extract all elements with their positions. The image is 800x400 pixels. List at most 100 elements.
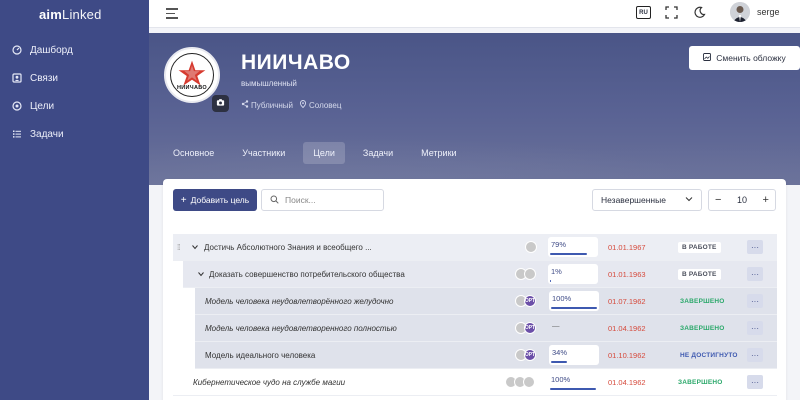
status-filter-select[interactable]: Незавершенные <box>592 189 702 211</box>
goal-assignees: ОРТ <box>515 349 536 361</box>
goal-progress: 100% <box>549 291 599 311</box>
logo-text-linked: Linked <box>62 6 102 22</box>
organization-emblem: НИИЧАВО <box>164 47 220 103</box>
page-size-stepper: − 10 + <box>708 189 776 211</box>
tasks-icon <box>12 129 22 139</box>
tab-goals[interactable]: Цели <box>303 142 345 164</box>
avatar <box>524 268 536 280</box>
sidebar-item-label: Задачи <box>30 128 64 140</box>
goal-row[interactable]: Модель идеального человека ОРТ 34% 01.10… <box>195 342 777 369</box>
top-bar: RU serge <box>149 0 800 28</box>
goal-progress: 100% <box>548 372 598 392</box>
goal-name[interactable]: Модель человека неудовлетворённого желуд… <box>205 297 394 306</box>
goal-progress: — <box>549 318 599 338</box>
status-badge: В РАБОТЕ <box>678 268 721 280</box>
sidebar-item-goals[interactable]: Цели <box>0 92 149 120</box>
organization-header: НИИЧАВО НИИЧАВО вымышленный Публичный Со… <box>149 33 800 185</box>
more-options-button[interactable]: ··· <box>747 267 763 281</box>
sidebar-item-tasks[interactable]: Задачи <box>0 120 149 148</box>
goal-name[interactable]: Кибернетическое чудо на службе магии <box>193 378 345 387</box>
avatar: ОРТ <box>524 322 536 334</box>
tab-tasks[interactable]: Задачи <box>353 142 403 164</box>
organization-meta: Публичный Соловец <box>241 100 347 110</box>
avatar <box>525 241 537 253</box>
tab-metrics[interactable]: Метрики <box>411 142 466 164</box>
goal-row[interactable]: Модель человека неудовлетворённого желуд… <box>195 288 777 315</box>
chevron-down-icon[interactable] <box>191 243 199 251</box>
increase-button[interactable]: + <box>763 194 769 206</box>
progress-bar <box>550 253 587 255</box>
status-badge: ЗАВЕРШЕНО <box>678 378 723 386</box>
menu-icon[interactable] <box>166 8 178 19</box>
search-box[interactable] <box>261 189 384 211</box>
search-icon <box>270 195 285 206</box>
dark-mode-icon[interactable] <box>693 6 706 19</box>
progress-bar <box>551 361 567 363</box>
location-label: Соловец <box>309 100 342 110</box>
goal-row[interactable]: Модель человека неудовлетворенного полно… <box>195 315 777 342</box>
camera-icon <box>216 98 225 109</box>
more-options-button[interactable]: ··· <box>747 321 763 335</box>
goal-date: 01.10.1962 <box>608 350 646 360</box>
sidebar: aim Linked Дашборд Связи Цели Задачи <box>0 0 149 400</box>
search-input[interactable] <box>285 195 375 205</box>
progress-value: — <box>552 321 560 330</box>
plus-icon: + <box>180 194 187 206</box>
sidebar-item-dashboard[interactable]: Дашборд <box>0 36 149 64</box>
sidebar-item-label: Дашборд <box>30 44 73 56</box>
chevron-down-icon <box>685 195 693 205</box>
change-cover-label: Сменить обложку <box>716 53 786 63</box>
progress-value: 100% <box>552 294 572 303</box>
goal-assignees <box>515 268 536 280</box>
progress-bar <box>550 280 551 282</box>
goal-row[interactable]: ⁞⁞ Достичь Абсолютного Знания и всеобщег… <box>173 234 777 261</box>
goals-list: ⁞⁞ Достичь Абсолютного Знания и всеобщег… <box>173 234 777 396</box>
drag-handle-icon[interactable]: ⁞⁞ <box>177 243 181 252</box>
progress-value: 100% <box>551 375 571 384</box>
goal-name[interactable]: Модель человека неудовлетворенного полно… <box>205 324 397 333</box>
goal-date: 01.04.1962 <box>608 323 646 333</box>
more-options-button[interactable]: ··· <box>747 348 763 362</box>
add-goal-button[interactable]: + Добавить цель <box>173 189 257 211</box>
chevron-down-icon[interactable] <box>197 270 205 278</box>
tab-members[interactable]: Участники <box>232 142 295 164</box>
page-size-value[interactable]: 10 <box>737 195 747 205</box>
user-avatar[interactable] <box>730 2 750 22</box>
goal-progress: 1% <box>548 264 598 284</box>
more-options-button[interactable]: ··· <box>747 375 763 389</box>
goal-row[interactable]: Доказать совершенство потребительского о… <box>183 261 777 288</box>
progress-bar <box>551 307 597 309</box>
avatar: ОРТ <box>524 349 536 361</box>
change-avatar-button[interactable] <box>212 95 229 112</box>
goal-progress: 79% <box>548 237 598 257</box>
goal-assignees <box>525 241 537 253</box>
status-filter-value: Незавершенные <box>601 195 666 205</box>
more-options-button[interactable]: ··· <box>747 240 763 254</box>
status-badge: ЗАВЕРШЕНО <box>680 297 725 305</box>
status-badge: НЕ ДОСТИГНУТО <box>680 351 738 359</box>
avatar: ОРТ <box>524 295 536 307</box>
username[interactable]: serge <box>757 7 780 17</box>
language-switch[interactable]: RU <box>636 6 651 19</box>
sidebar-item-label: Связи <box>30 72 59 84</box>
app-logo[interactable]: aim Linked <box>0 0 149 28</box>
organization-subtitle: вымышленный <box>241 79 297 88</box>
decrease-button[interactable]: − <box>715 194 721 206</box>
more-options-button[interactable]: ··· <box>747 294 763 308</box>
goal-date: 01.01.1963 <box>608 269 646 279</box>
goal-name[interactable]: Модель идеального человека <box>205 351 315 360</box>
goal-name[interactable]: Достичь Абсолютного Знания и всеобщего .… <box>204 243 372 252</box>
sidebar-item-label: Цели <box>30 100 55 112</box>
organization-title: НИИЧАВО <box>241 51 351 74</box>
progress-value: 1% <box>551 267 562 276</box>
goal-row[interactable]: Кибернетическое чудо на службе магии 100… <box>173 369 777 396</box>
tab-main[interactable]: Основное <box>163 142 224 164</box>
goal-date: 01.07.1962 <box>608 296 646 306</box>
target-icon <box>12 101 22 111</box>
status-badge: В РАБОТЕ <box>678 241 721 253</box>
goal-name[interactable]: Доказать совершенство потребительского о… <box>209 270 405 279</box>
sidebar-nav: Дашборд Связи Цели Задачи <box>0 36 149 148</box>
fullscreen-icon[interactable] <box>665 6 678 19</box>
sidebar-item-contacts[interactable]: Связи <box>0 64 149 92</box>
change-cover-button[interactable]: Сменить обложку <box>689 46 800 70</box>
